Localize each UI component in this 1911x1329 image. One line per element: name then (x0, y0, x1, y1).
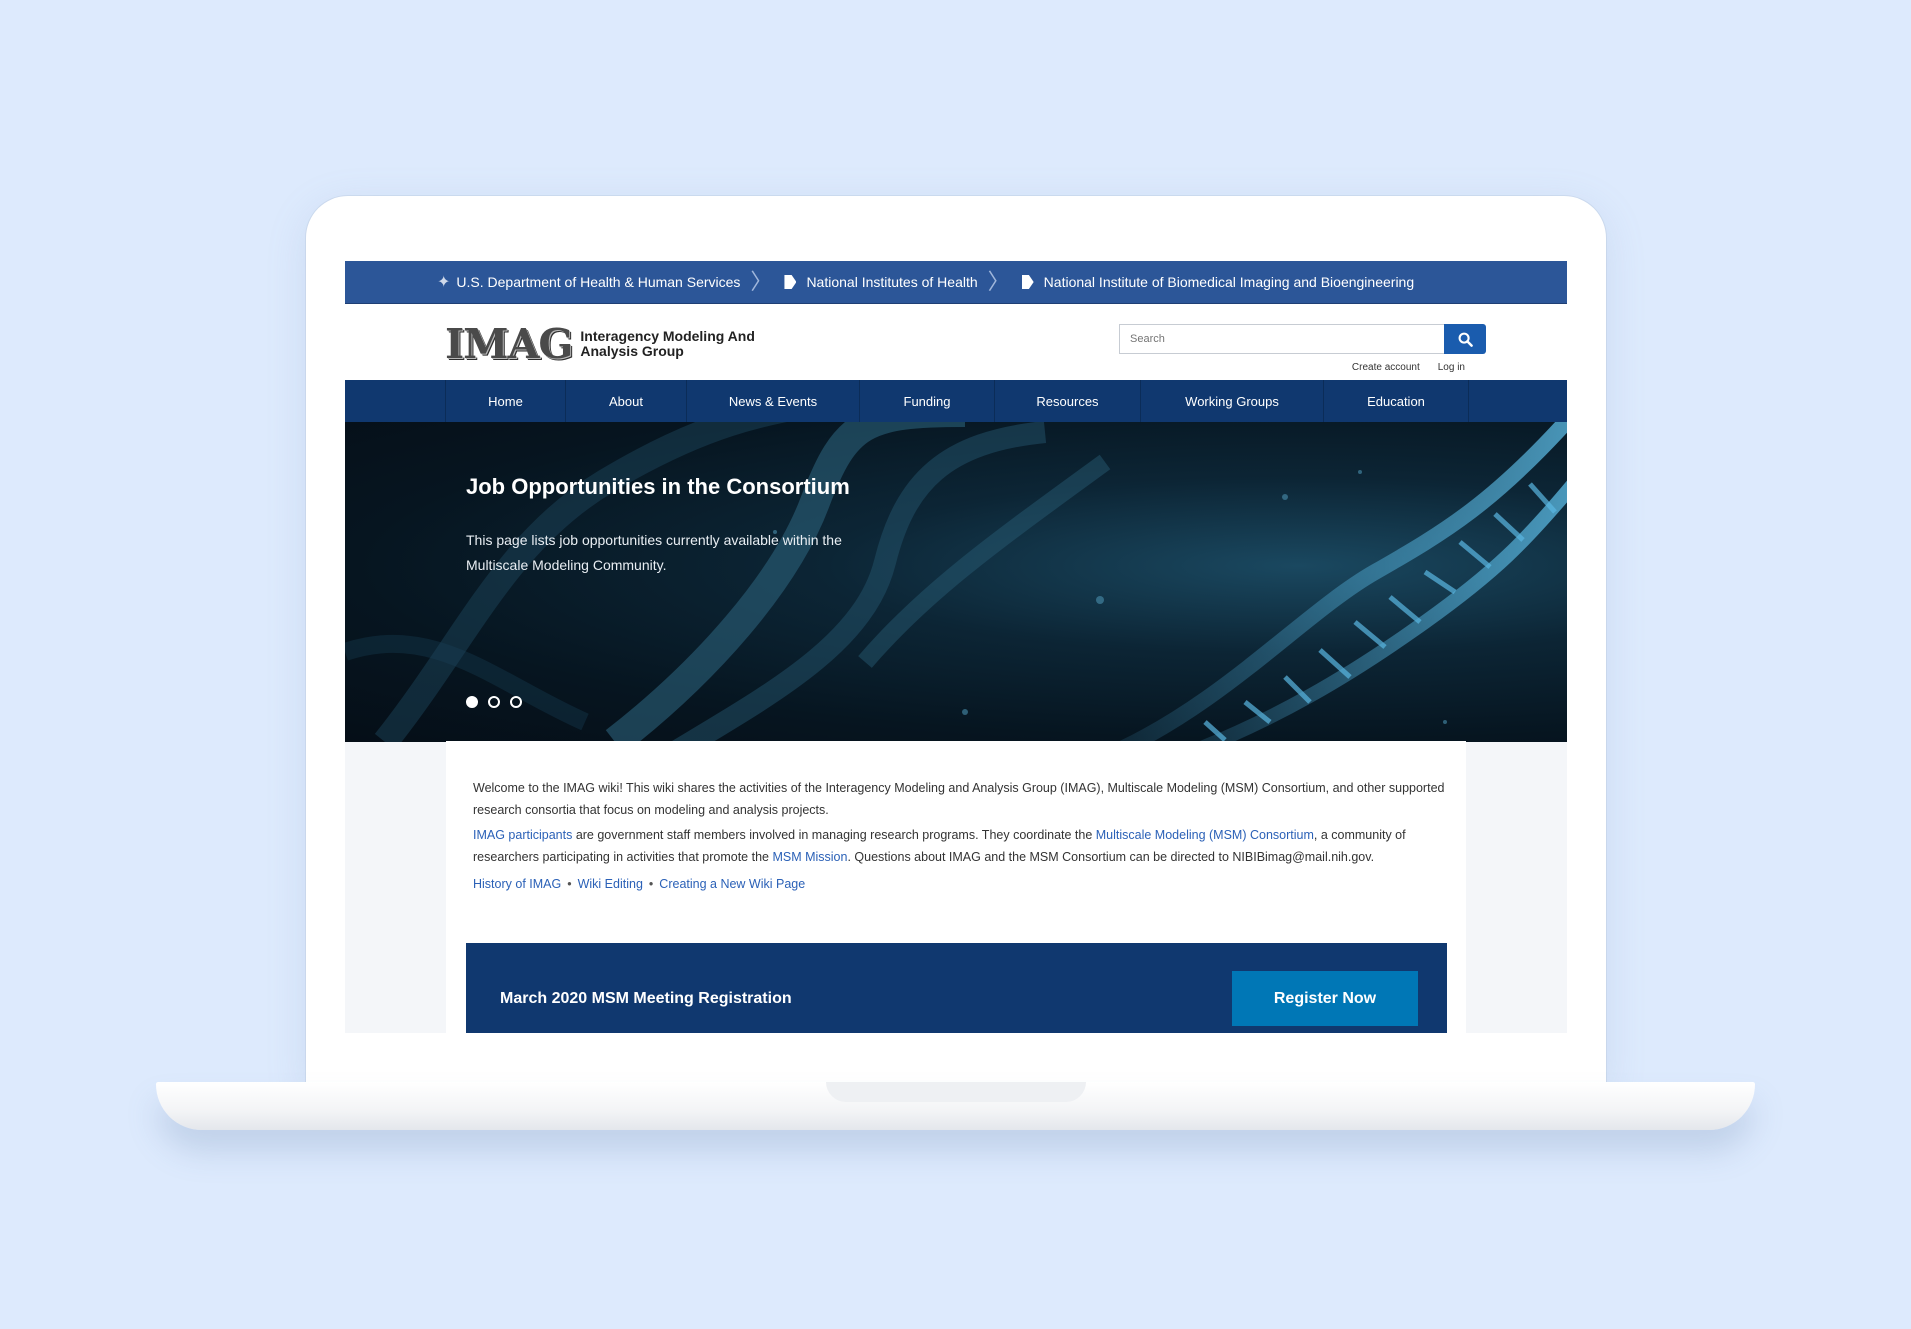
welcome-paragraph: Welcome to the IMAG wiki! This wiki shar… (473, 781, 1445, 817)
nav-item-resources[interactable]: Resources (994, 380, 1140, 422)
nav-item-education[interactable]: Education (1323, 380, 1469, 422)
intro-section: Welcome to the IMAG wiki! This wiki shar… (473, 777, 1458, 895)
msm-mission-link[interactable]: MSM Mission (772, 850, 847, 864)
carousel-dot-2[interactable] (488, 696, 500, 708)
carousel-indicators (466, 696, 532, 708)
search-input[interactable] (1119, 324, 1444, 354)
nibib-label: National Institute of Biomedical Imaging… (1043, 274, 1415, 290)
browser-screen: ✦ U.S. Department of Health & Human Serv… (345, 261, 1567, 1033)
nih-label: National Institutes of Health (806, 274, 978, 290)
dna-background-image (345, 422, 1567, 742)
main-content: Welcome to the IMAG wiki! This wiki shar… (446, 741, 1466, 1033)
nav-item-news-events[interactable]: News & Events (686, 380, 859, 422)
bullet-separator: • (648, 877, 654, 891)
nav-item-working-groups[interactable]: Working Groups (1140, 380, 1323, 422)
register-now-button[interactable]: Register Now (1232, 971, 1418, 1026)
nav-item-about[interactable]: About (565, 380, 686, 422)
nav-item-home[interactable]: Home (445, 380, 565, 422)
laptop-notch (826, 1082, 1086, 1102)
log-in-link[interactable]: Log in (1438, 362, 1465, 373)
main-nav: Home About News & Events Funding Resourc… (345, 380, 1567, 422)
search-icon (1458, 332, 1473, 347)
nih-flag-icon (784, 275, 797, 289)
participants-paragraph: IMAG participants are government staff m… (473, 824, 1458, 868)
site-header: IMAG Interagency Modeling And Analysis G… (345, 304, 1567, 380)
hhs-link[interactable]: ✦ U.S. Department of Health & Human Serv… (437, 272, 740, 292)
wiki-editing-link[interactable]: Wiki Editing (578, 877, 643, 891)
registration-banner: March 2020 MSM Meeting Registration Regi… (466, 943, 1447, 1033)
hhs-eagle-icon: ✦ (437, 274, 451, 291)
imag-participants-link[interactable]: IMAG participants (473, 828, 572, 842)
carousel-dot-1[interactable] (466, 696, 478, 708)
imag-logo[interactable]: IMAG Interagency Modeling And Analysis G… (445, 320, 780, 368)
participants-text-1: are government staff members involved in… (572, 828, 1096, 842)
carousel-dot-3[interactable] (510, 696, 522, 708)
hero-title[interactable]: Job Opportunities in the Consortium (466, 474, 850, 500)
hhs-label: U.S. Department of Health & Human Servic… (456, 274, 741, 290)
participants-text-3: . Questions about IMAG and the MSM Conso… (847, 850, 1375, 864)
nav-item-funding[interactable]: Funding (859, 380, 994, 422)
history-of-imag-link[interactable]: History of IMAG (473, 877, 561, 891)
search-form (1119, 324, 1486, 354)
msm-consortium-link[interactable]: Multiscale Modeling (MSM) Consortium (1096, 828, 1314, 842)
nibib-flag-icon (1021, 275, 1034, 289)
hero-carousel: Job Opportunities in the Consortium This… (345, 422, 1567, 742)
bullet-separator: • (567, 877, 572, 891)
chevron-right-icon: 〉 (987, 269, 1010, 294)
hero-description: This page lists job opportunities curren… (466, 532, 842, 573)
gov-breadcrumb-bar: ✦ U.S. Department of Health & Human Serv… (345, 261, 1567, 304)
registration-title: March 2020 MSM Meeting Registration (500, 990, 792, 1007)
create-account-link[interactable]: Create account (1352, 362, 1420, 373)
quick-links: History of IMAG • Wiki Editing • Creating a … (473, 873, 1458, 895)
chevron-right-icon: 〉 (750, 269, 773, 294)
account-links: Create account Log in (1334, 362, 1465, 373)
new-wiki-page-link[interactable]: Creating a New Wiki Page (659, 877, 805, 891)
nibib-link[interactable]: National Institute of Biomedical Imaging… (1021, 274, 1415, 290)
search-button[interactable] (1444, 324, 1486, 354)
nih-link[interactable]: National Institutes of Health (784, 274, 978, 290)
logo-text: Interagency Modeling And Analysis Group (580, 328, 755, 359)
logo-mark: IMAG (445, 320, 573, 368)
